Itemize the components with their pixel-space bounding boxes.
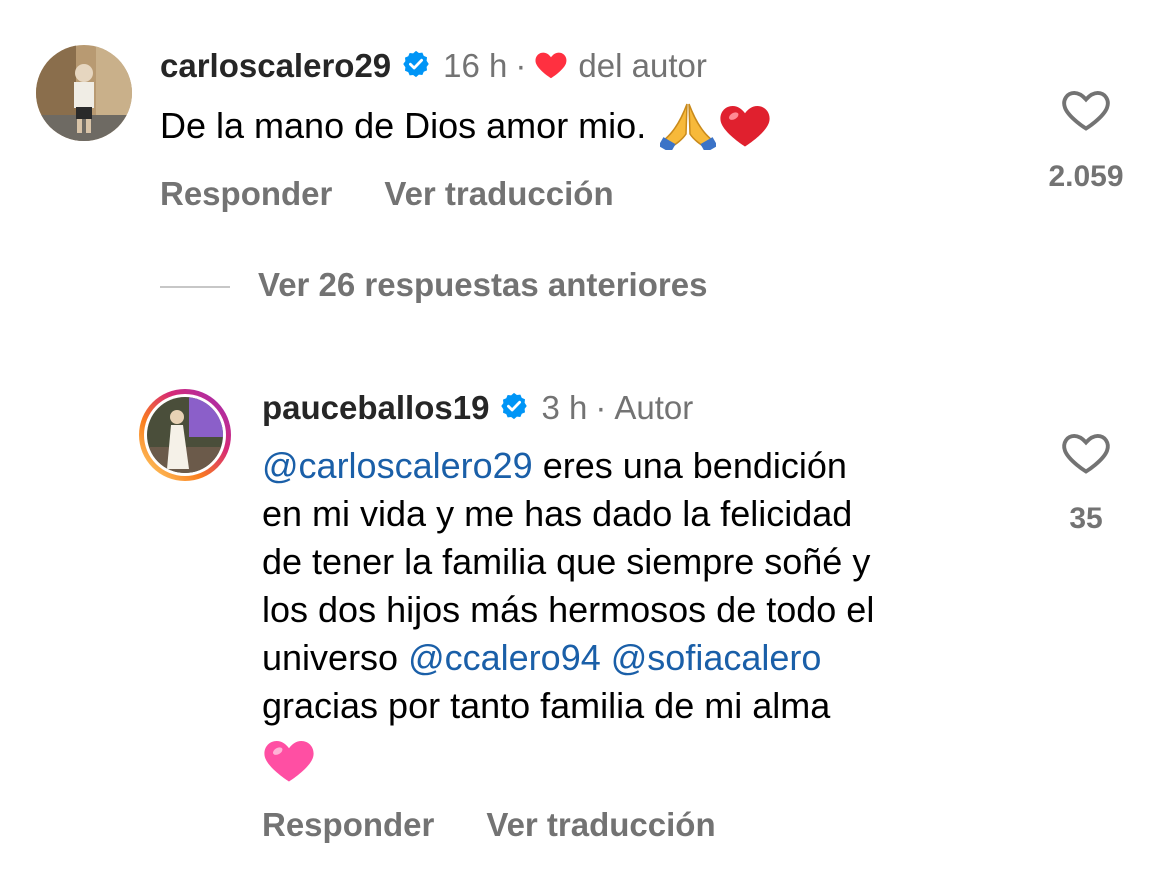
red-heart-icon: [718, 99, 772, 154]
author-like-label: del autor: [578, 47, 707, 84]
reply-text-segment: universo: [262, 637, 399, 678]
mention-link[interactable]: @carloscalero29: [262, 445, 533, 486]
verified-badge-icon: [499, 391, 529, 426]
avatar-pauceballos19[interactable]: [137, 387, 233, 483]
heart-outline-icon: [1062, 434, 1110, 474]
avatar-story-image: [139, 389, 231, 481]
reply-button[interactable]: Responder: [160, 175, 332, 213]
author-tag: Autor: [614, 389, 694, 426]
separator-dot: ·: [595, 389, 607, 426]
reply-line-2: en mi vida y me has dado la felicidad: [262, 493, 853, 534]
reply-line-4: los dos hijos más hermosos de todo el: [262, 589, 875, 630]
view-previous-replies-button[interactable]: Ver 26 respuestas anteriores: [258, 266, 707, 304]
comment-username[interactable]: carloscalero29: [160, 47, 391, 85]
heart-outline-icon: [1062, 91, 1110, 131]
reply-text-segment: eres una bendición: [542, 445, 847, 486]
like-button[interactable]: [1060, 428, 1112, 476]
mention-link[interactable]: @sofiacalero: [611, 637, 822, 678]
reply-line-3: de tener la familia que siempre soñé y: [262, 541, 871, 582]
like-count: 2.059: [1048, 160, 1124, 193]
replies-divider: [160, 286, 230, 288]
verified-badge-icon: [401, 49, 431, 84]
comment-text: De la mano de Dios amor mio.: [160, 105, 647, 146]
see-translation-button[interactable]: Ver traducción: [486, 806, 715, 844]
author-heart-icon: [534, 48, 568, 85]
comment-time: 16 h: [443, 47, 508, 84]
reply-button[interactable]: Responder: [262, 806, 434, 844]
praying-hands-icon: [658, 98, 718, 155]
reply-text: @carloscalero29 eres una bendición en mi…: [262, 442, 1022, 789]
avatar-carloscalero29[interactable]: [36, 45, 132, 141]
separator-dot: ·: [515, 47, 527, 84]
comment-header: carloscalero29 16 h · del autor: [160, 44, 707, 88]
reply-time: 3 h: [541, 389, 588, 426]
like-button[interactable]: [1060, 85, 1112, 133]
comment-text-row: De la mano de Dios amor mio.: [160, 98, 772, 155]
comment-actions: Responder Ver traducción: [160, 172, 614, 216]
pink-heart-icon: [262, 734, 1022, 789]
see-translation-button[interactable]: Ver traducción: [384, 175, 613, 213]
like-count: 35: [1069, 502, 1103, 535]
reply-header: pauceballos19 3 h · Autor: [262, 386, 693, 430]
reply-actions: Responder Ver traducción: [262, 803, 716, 847]
mention-link[interactable]: @ccalero94: [408, 637, 601, 678]
reply-username[interactable]: pauceballos19: [262, 389, 489, 427]
reply-line-6: gracias por tanto familia de mi alma: [262, 685, 831, 726]
reply-line-5: universo @ccalero94 @sofiacalero: [262, 634, 1022, 682]
reply-line-1: @carloscalero29 eres una bendición: [262, 442, 1022, 490]
avatar-image: [36, 45, 132, 141]
